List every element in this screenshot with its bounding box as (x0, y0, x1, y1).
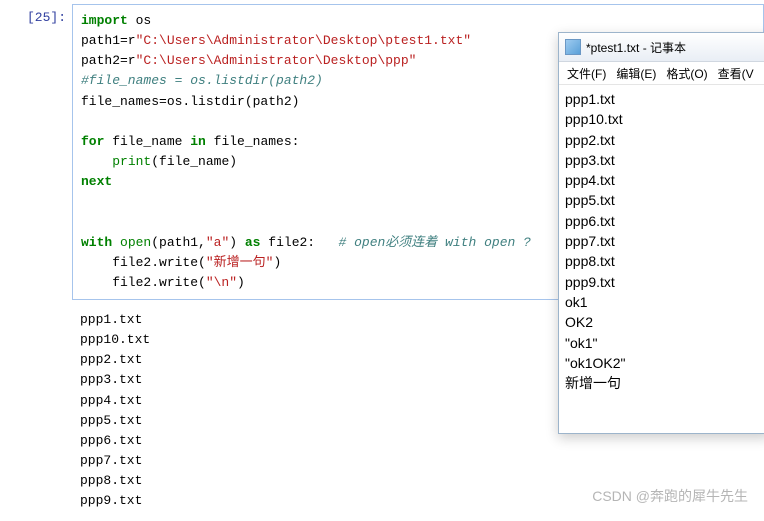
keyword-as: as (245, 235, 261, 250)
code-token: file_names=os.listdir(path2) (81, 94, 299, 109)
code-token: path1=r (81, 33, 136, 48)
notepad-line: ppp8.txt (565, 251, 763, 271)
code-token: file_name (104, 134, 190, 149)
string-literal: "\n" (206, 275, 237, 290)
notepad-line: ppp7.txt (565, 231, 763, 251)
menu-item[interactable]: 文件(F) (567, 65, 606, 82)
keyword-with: with (81, 235, 112, 250)
notepad-body[interactable]: ppp1.txtppp10.txtppp2.txtppp3.txtppp4.tx… (559, 85, 764, 397)
string-literal: "C:\Users\Administrator\Desktop\ptest1.t… (136, 33, 471, 48)
menu-item[interactable]: 格式(O) (666, 65, 707, 82)
code-token: file_names: (206, 134, 300, 149)
code-token: file2.write( (81, 255, 206, 270)
code-token (112, 235, 120, 250)
notepad-title-text: *ptest1.txt - 记事本 (586, 39, 686, 56)
code-token: file2.write( (81, 275, 206, 290)
builtin-print: print (112, 154, 151, 169)
code-token: file2: (260, 235, 338, 250)
input-prompt: [25]: (6, 4, 72, 300)
code-token (81, 154, 112, 169)
comment: #file_names = os.listdir(path2) (81, 73, 323, 88)
notepad-menubar[interactable]: 文件(F) 编辑(E) 格式(O) 查看(V (559, 62, 764, 85)
notepad-line: ok1 (565, 292, 763, 312)
notepad-line: ppp5.txt (565, 190, 763, 210)
code-token: ) (229, 235, 245, 250)
code-token: (file_name) (151, 154, 237, 169)
code-token: ) (273, 255, 281, 270)
notepad-line: "ok1" (565, 333, 763, 353)
code-token: os (128, 13, 151, 28)
menu-item[interactable]: 编辑(E) (616, 65, 656, 82)
watermark: CSDN @奔跑的犀牛先生 (592, 486, 748, 506)
keyword-in: in (190, 134, 206, 149)
notepad-window[interactable]: *ptest1.txt - 记事本 文件(F) 编辑(E) 格式(O) 查看(V pp… (558, 32, 764, 434)
notepad-icon (565, 39, 581, 55)
menu-item[interactable]: 查看(V (718, 65, 754, 82)
notepad-line: OK2 (565, 312, 763, 332)
notepad-line: ppp1.txt (565, 89, 763, 109)
keyword-next: next (81, 174, 112, 189)
notepad-line: ppp3.txt (565, 150, 763, 170)
notepad-line: ppp4.txt (565, 170, 763, 190)
comment: # open必须连着 with open ? (339, 235, 531, 250)
string-literal: "a" (206, 235, 229, 250)
notepad-line: ppp6.txt (565, 211, 763, 231)
notepad-line: ppp2.txt (565, 130, 763, 150)
code-token: path2=r (81, 53, 136, 68)
code-token: ) (237, 275, 245, 290)
string-literal: "新增一句" (206, 255, 274, 270)
notepad-line: "ok1OK2" (565, 353, 763, 373)
builtin-open: open (120, 235, 151, 250)
keyword-import: import (81, 13, 128, 28)
notepad-line: ppp9.txt (565, 272, 763, 292)
string-literal: "C:\Users\Administrator\Desktop\ppp" (136, 53, 417, 68)
keyword-for: for (81, 134, 104, 149)
notepad-titlebar[interactable]: *ptest1.txt - 记事本 (559, 33, 764, 62)
notepad-line: 新增一句 (565, 373, 763, 393)
notepad-line: ppp10.txt (565, 109, 763, 129)
code-token: (path1, (151, 235, 206, 250)
